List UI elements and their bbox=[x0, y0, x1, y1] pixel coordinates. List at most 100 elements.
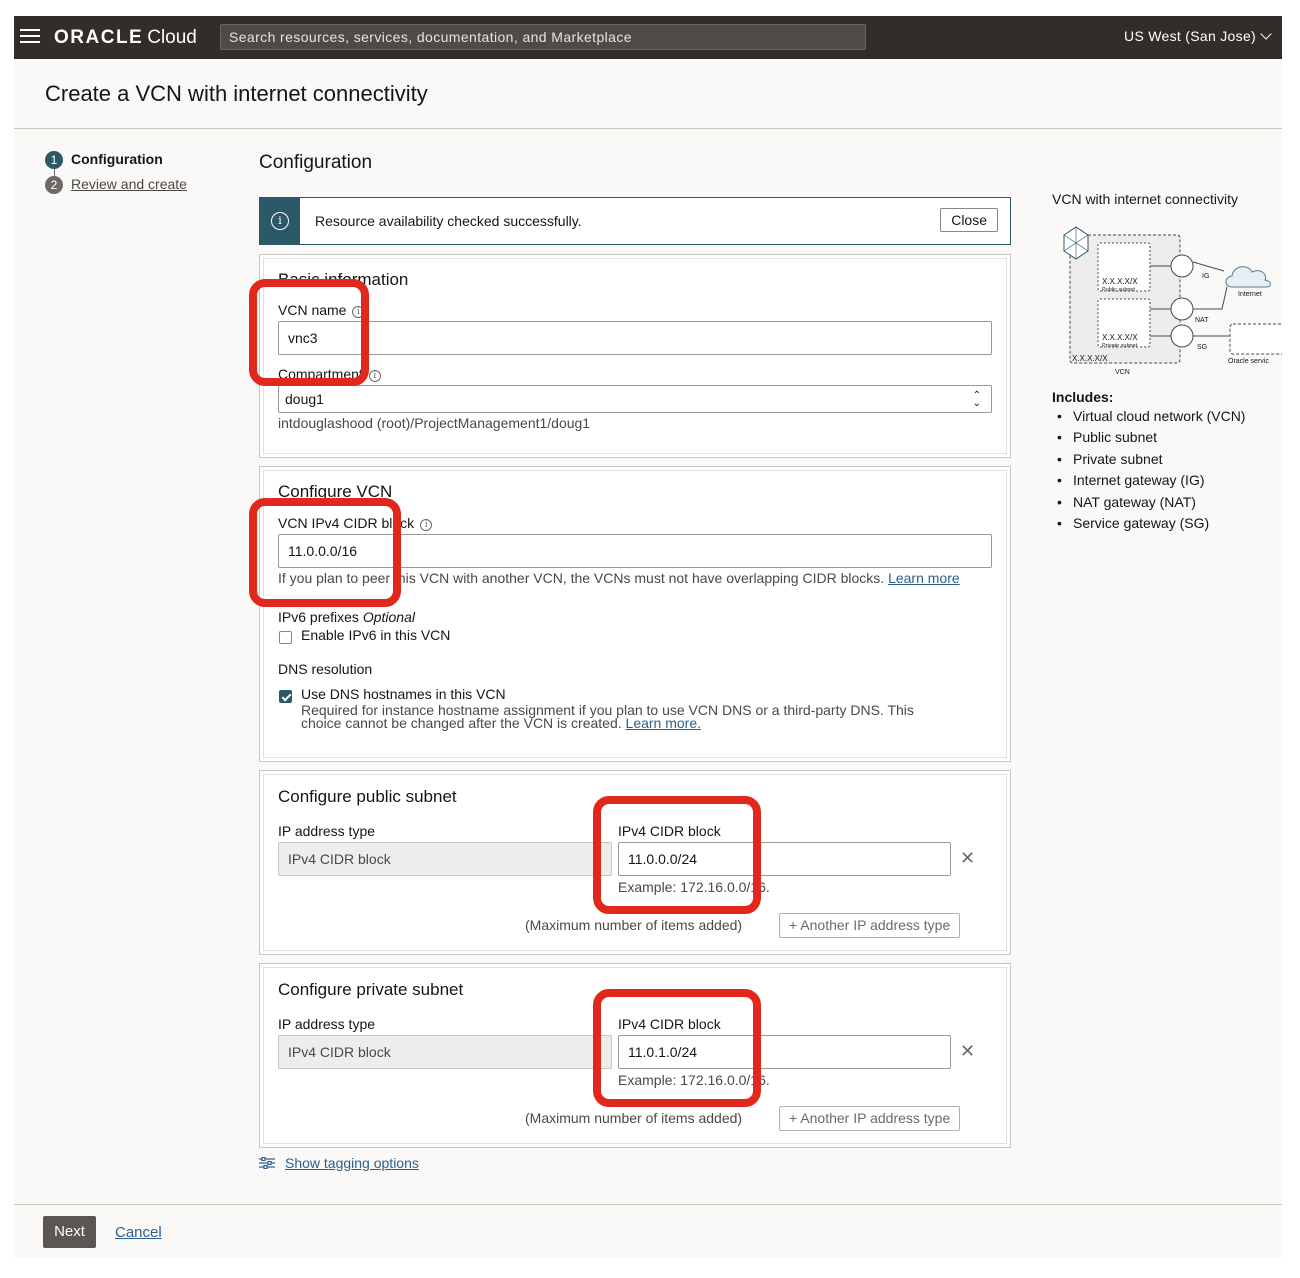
vcn-name-input[interactable]: vnc3 bbox=[278, 321, 992, 355]
vcn-label: VCN bbox=[1115, 369, 1130, 376]
step-configuration: 1 Configuration bbox=[45, 151, 163, 170]
region-selector[interactable]: US West (San Jose) bbox=[1124, 27, 1272, 45]
ip-address-type-label: IP address type bbox=[278, 823, 376, 839]
remove-icon[interactable]: ✕ bbox=[960, 849, 975, 867]
info-alert: i Resource availability checked successf… bbox=[259, 197, 1011, 245]
private-subnet-label: Private subnet bbox=[1102, 343, 1138, 349]
configure-public-subnet-panel: Configure public subnet IP address type … bbox=[259, 770, 1011, 955]
internet-cloud bbox=[1225, 266, 1271, 288]
dns-hint: Required for instance hostname assignmen… bbox=[301, 703, 914, 731]
vcn-cidr-label-text: VCN IPv4 CIDR block bbox=[278, 515, 415, 531]
panel-title: Configure private subnet bbox=[278, 980, 464, 999]
divider bbox=[14, 1204, 1282, 1205]
max-items-note: (Maximum number of items added) bbox=[525, 1110, 743, 1126]
vcn-cidr-input[interactable]: 11.0.0.0/16 bbox=[278, 534, 992, 568]
nat-label: NAT bbox=[1195, 317, 1209, 324]
step-label: Configuration bbox=[71, 151, 163, 167]
dns-hostnames-checkbox[interactable] bbox=[279, 690, 292, 703]
vcn-name-label-text: VCN name bbox=[278, 302, 347, 318]
select-arrows-icon: ⌃ ⌄ bbox=[972, 390, 981, 409]
oracle-cloud-logo[interactable]: ORACLE Cloud bbox=[54, 27, 197, 49]
sg-router bbox=[1170, 324, 1194, 348]
vcn-name-label: VCN name i bbox=[278, 302, 365, 318]
top-navigation-bar: ORACLE Cloud Search resources, services, … bbox=[14, 16, 1282, 59]
list-item: Public subnet bbox=[1057, 427, 1245, 448]
ig-label: IG bbox=[1202, 273, 1209, 280]
public-subnet-cidr-input[interactable]: 11.0.0.0/24 bbox=[618, 842, 951, 876]
enable-ipv6-label: Enable IPv6 in this VCN bbox=[301, 627, 451, 643]
global-search-input[interactable]: Search resources, services, documentatio… bbox=[220, 24, 866, 50]
basic-information-panel: Basic information VCN name i vnc3 Compart… bbox=[259, 254, 1011, 458]
cancel-link[interactable]: Cancel bbox=[115, 1224, 162, 1241]
diagram-title: VCN with internet connectivity bbox=[1052, 191, 1238, 207]
vcn-cidr-hint-text: If you plan to peer this VCN with anothe… bbox=[278, 570, 885, 586]
remove-icon[interactable]: ✕ bbox=[960, 1042, 975, 1060]
ip-address-type-field: IPv4 CIDR block bbox=[278, 842, 612, 876]
add-ip-address-type-button[interactable]: + Another IP address type bbox=[779, 913, 961, 938]
dns-hostnames-label: Use DNS hostnames in this VCN bbox=[301, 686, 506, 702]
private-cidr-label: X.X.X.X/X bbox=[1102, 333, 1138, 342]
info-icon: i bbox=[271, 212, 289, 230]
alert-close-button[interactable]: Close bbox=[940, 208, 998, 232]
menu-icon[interactable] bbox=[20, 29, 40, 45]
ip-address-type-label: IP address type bbox=[278, 1016, 376, 1032]
vcn-cidr-label: VCN IPv4 CIDR block i bbox=[278, 515, 433, 531]
private-subnet-cidr-input[interactable]: 11.0.1.0/24 bbox=[618, 1035, 951, 1069]
ip-address-type-field: IPv4 CIDR block bbox=[278, 1035, 612, 1069]
compartment-label-text: Compartment bbox=[278, 366, 363, 382]
step-review-and-create[interactable]: 2 Review and create bbox=[45, 176, 187, 195]
learn-more-link[interactable]: Learn more bbox=[888, 570, 960, 586]
internet-label: Internet bbox=[1238, 291, 1262, 298]
divider bbox=[14, 128, 1282, 129]
compartment-select[interactable]: doug1 ⌃ ⌄ bbox=[278, 385, 992, 413]
vcn-cidr-hint: If you plan to peer this VCN with anothe… bbox=[278, 571, 992, 585]
panel-title: Configure public subnet bbox=[278, 787, 457, 806]
section-title: Configuration bbox=[259, 152, 373, 173]
panel-title: Basic information bbox=[278, 270, 409, 289]
dns-hint-line-2-text: choice cannot be changed after the VCN i… bbox=[301, 715, 622, 731]
list-item: NAT gateway (NAT) bbox=[1057, 492, 1245, 513]
compartment-path: intdouglashood (root)/ProjectManagement1… bbox=[278, 415, 591, 431]
learn-more-link[interactable]: Learn more. bbox=[626, 715, 701, 731]
list-item: Service gateway (SG) bbox=[1057, 513, 1245, 534]
max-items-note: (Maximum number of items added) bbox=[525, 917, 743, 933]
public-cidr-label: IPv4 CIDR block bbox=[618, 823, 721, 839]
info-icon[interactable]: i bbox=[352, 306, 365, 318]
region-label: US West (San Jose) bbox=[1124, 28, 1256, 44]
sliders-icon bbox=[259, 1157, 275, 1169]
chevron-down-icon bbox=[1260, 28, 1272, 40]
compartment-value: doug1 bbox=[285, 391, 324, 407]
info-icon[interactable]: i bbox=[368, 370, 381, 382]
ig-router bbox=[1170, 254, 1194, 278]
dns-resolution-label: DNS resolution bbox=[278, 661, 373, 677]
list-item: Virtual cloud network (VCN) bbox=[1057, 406, 1245, 427]
compartment-label: Compartment i bbox=[278, 366, 381, 382]
vcn-cidr-label: X.X.X.X/X bbox=[1072, 354, 1108, 363]
ipv6-label-text: IPv6 prefixes bbox=[278, 609, 359, 625]
list-item: Private subnet bbox=[1057, 449, 1245, 470]
configure-vcn-panel: Configure VCN VCN IPv4 CIDR block i 11.0.… bbox=[259, 466, 1011, 762]
step-number: 1 bbox=[45, 151, 63, 170]
configure-private-subnet-panel: Configure private subnet IP address type… bbox=[259, 963, 1011, 1148]
step-label[interactable]: Review and create bbox=[71, 176, 187, 192]
alert-message: Resource availability checked successful… bbox=[315, 213, 582, 229]
tagging-link[interactable]: Show tagging options bbox=[285, 1155, 419, 1171]
logo-product: Cloud bbox=[147, 27, 197, 48]
enable-ipv6-checkbox[interactable] bbox=[279, 631, 292, 644]
public-cidr-label: X.X.X.X/X bbox=[1102, 277, 1138, 286]
dns-hint-line-2: choice cannot be changed after the VCN i… bbox=[301, 715, 914, 731]
show-tagging-options[interactable]: Show tagging options bbox=[259, 1155, 419, 1171]
info-icon[interactable]: i bbox=[420, 519, 433, 531]
oracle-services-label: Oracle servic bbox=[1228, 358, 1269, 365]
includes-title: Includes: bbox=[1052, 389, 1114, 405]
panel-title: Configure VCN bbox=[278, 482, 393, 501]
private-cidr-label: IPv4 CIDR block bbox=[618, 1016, 721, 1032]
oracle-services-box bbox=[1229, 323, 1282, 355]
alert-strip: i bbox=[260, 198, 300, 244]
nat-router bbox=[1170, 297, 1194, 321]
add-ip-address-type-button[interactable]: + Another IP address type bbox=[779, 1106, 961, 1131]
next-button[interactable]: Next bbox=[43, 1216, 96, 1248]
vcn-architecture-diagram: X.X.X.X/X Public subnet X.X.X.X/X Privat… bbox=[1063, 226, 1282, 376]
sg-label: SG bbox=[1197, 344, 1207, 351]
logo-brand: ORACLE bbox=[54, 27, 144, 48]
